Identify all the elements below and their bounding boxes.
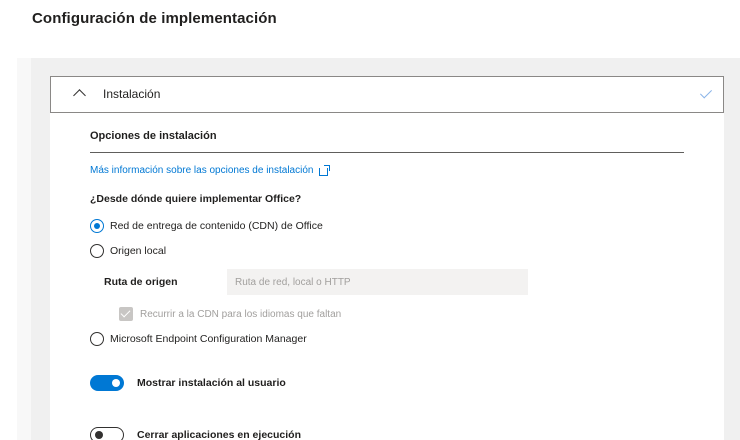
- toggle-show-install[interactable]: Mostrar instalación al usuario: [90, 375, 286, 391]
- checkbox-icon[interactable]: [119, 307, 133, 321]
- radio-icon[interactable]: [90, 244, 104, 258]
- radio-icon[interactable]: [90, 332, 104, 346]
- toggle-icon[interactable]: [90, 375, 124, 391]
- subsection-title: Opciones de instalación: [90, 130, 217, 142]
- toggle-label: Cerrar aplicaciones en ejecución: [137, 429, 301, 440]
- left-gutter: [0, 0, 17, 440]
- info-link[interactable]: Más información sobre las opciones de in…: [90, 164, 331, 176]
- radio-option-mecm[interactable]: Microsoft Endpoint Configuration Manager: [90, 332, 307, 346]
- header-bar: [17, 0, 740, 58]
- toggle-icon[interactable]: [90, 427, 124, 440]
- radio-option-local[interactable]: Origen local: [90, 244, 166, 258]
- chevron-up-icon[interactable]: [73, 89, 86, 102]
- radio-label: Microsoft Endpoint Configuration Manager: [110, 333, 307, 345]
- toggle-close-apps[interactable]: Cerrar aplicaciones en ejecución: [90, 427, 301, 440]
- toggle-label: Mostrar instalación al usuario: [137, 377, 286, 389]
- page-title: Configuración de implementación: [32, 10, 277, 27]
- radio-option-cdn[interactable]: Red de entrega de contenido (CDN) de Off…: [90, 219, 323, 233]
- source-path-input[interactable]: [227, 269, 528, 295]
- subsection-divider: [90, 152, 684, 153]
- external-link-icon: [319, 164, 331, 176]
- checkmark-icon: [699, 86, 713, 99]
- deploy-source-question: ¿Desde dónde quiere implementar Office?: [90, 193, 302, 205]
- radio-label: Origen local: [110, 245, 167, 257]
- info-link-label: Más información sobre las opciones de in…: [90, 165, 314, 176]
- fallback-cdn-label: Recurrir a la CDN para los idiomas que f…: [140, 308, 342, 320]
- section-title: Instalación: [103, 87, 161, 101]
- radio-label: Red de entrega de contenido (CDN) de Off…: [110, 220, 323, 232]
- radio-icon[interactable]: [90, 219, 104, 233]
- section-header-installation[interactable]: Instalación: [50, 76, 724, 113]
- fallback-cdn-checkbox-row[interactable]: Recurrir a la CDN para los idiomas que f…: [119, 307, 341, 321]
- source-path-label: Ruta de origen: [104, 276, 178, 288]
